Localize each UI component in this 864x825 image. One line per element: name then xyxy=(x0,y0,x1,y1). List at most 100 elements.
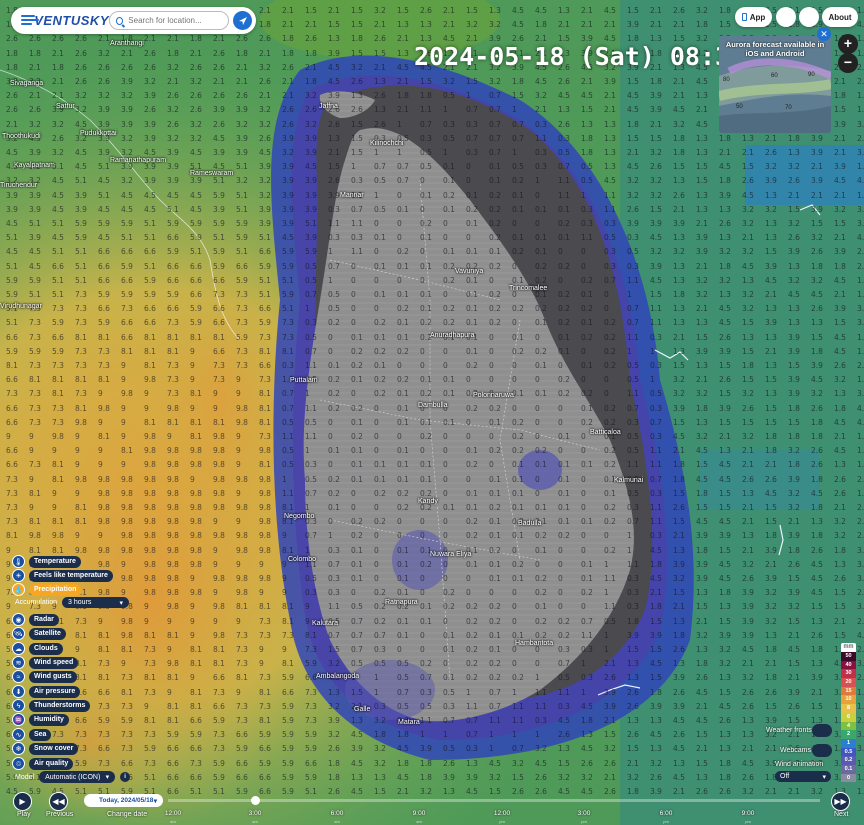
grid-value: 4.5 xyxy=(52,176,64,185)
layer-wind-gusts[interactable]: ≈ Wind gusts xyxy=(12,670,77,683)
date-select[interactable]: Today, 2024/05/18 ▾ xyxy=(84,794,163,807)
zoom-out-button[interactable]: − xyxy=(838,53,858,73)
timeline-tick-label[interactable]: 3:00 xyxy=(240,810,270,817)
place-label[interactable]: Puttalam xyxy=(290,377,318,384)
grid-value: 0.1 xyxy=(535,460,547,469)
app-button[interactable]: App xyxy=(735,7,772,27)
timeline-tick-label[interactable]: 6:00 xyxy=(322,810,352,817)
weather-fronts-toggle[interactable] xyxy=(812,724,832,737)
place-label[interactable]: Vavuniya xyxy=(455,268,483,275)
place-label[interactable]: Ambalangoda xyxy=(316,673,359,680)
layer-radar[interactable]: ◉ Radar xyxy=(12,613,59,626)
grid-value: 9 xyxy=(144,617,149,626)
search-box[interactable] xyxy=(109,11,229,30)
layer-air-pressure[interactable]: ⬇ Air pressure xyxy=(12,685,81,698)
place-label[interactable]: Kandy xyxy=(418,498,438,505)
grid-value: 2.6 xyxy=(765,688,777,697)
layer-air-quality[interactable]: ♲ Air quality xyxy=(12,757,74,770)
layer-snow-cover[interactable]: ❄ Snow cover xyxy=(12,742,79,755)
aurora-forecast-card[interactable]: Aurora forecast available in iOS and And… xyxy=(719,36,831,133)
place-label[interactable]: Pudukkottai xyxy=(80,130,117,137)
place-label[interactable]: Colombo xyxy=(288,556,316,563)
place-label[interactable]: Badulla xyxy=(518,520,541,527)
timeline-tick-label[interactable]: 3:00 xyxy=(569,810,599,817)
grid-value: 9 xyxy=(75,531,80,540)
grid-value: 1.5 xyxy=(328,162,340,171)
grid-value: 0.1 xyxy=(397,475,409,484)
layer-precipitation[interactable]: 💧 Precipitation xyxy=(12,583,82,596)
timeline-tick-label[interactable]: 9:00 xyxy=(404,810,434,817)
model-select[interactable]: Automatic (ICON) ▾ xyxy=(39,771,116,783)
layer-clouds[interactable]: ☁ Clouds xyxy=(12,642,63,655)
grid-value: 0.1 xyxy=(466,191,478,200)
layer-thunderstorms[interactable]: ϟ Thunderstorms xyxy=(12,699,91,712)
place-label[interactable]: Dambulla xyxy=(418,402,448,409)
layer-humidity[interactable]: ♒ Humidity xyxy=(12,713,69,726)
place-label[interactable]: Polonnaruwa xyxy=(473,392,514,399)
search-input[interactable] xyxy=(128,16,222,25)
place-label[interactable]: Kalmunai xyxy=(614,477,643,484)
grid-value: 2.1 xyxy=(857,617,864,626)
grid-value: 0.1 xyxy=(466,247,478,256)
grid-value: 2.1 xyxy=(696,219,708,228)
grid-value: 0.5 xyxy=(397,702,409,711)
webcams-toggle[interactable] xyxy=(812,744,832,757)
place-label[interactable]: Mannar xyxy=(340,192,364,199)
place-label[interactable]: Negombo xyxy=(284,513,314,520)
layer-sea[interactable]: ∿ Sea xyxy=(12,728,52,741)
grid-value: 2.1 xyxy=(834,77,846,86)
accumulation-select[interactable]: 3 hours ▾ xyxy=(62,597,130,608)
grid-value: 0.1 xyxy=(328,503,340,512)
place-label[interactable]: Batticaloa xyxy=(590,429,621,436)
next-button[interactable]: ▶▶ xyxy=(831,792,850,811)
place-label[interactable]: Nuwara Eliya xyxy=(430,551,471,558)
settings-button[interactable] xyxy=(776,7,796,27)
timeline-handle[interactable] xyxy=(251,796,260,805)
grid-value: 6.6 xyxy=(305,759,317,768)
place-label[interactable]: Jaffna xyxy=(319,103,338,110)
timeline-tick-label[interactable]: 9:00 xyxy=(733,810,763,817)
place-label[interactable]: Ramanathapuram xyxy=(110,157,166,164)
place-label[interactable]: Galle xyxy=(354,706,370,713)
info-icon[interactable]: i xyxy=(120,772,131,782)
play-button[interactable]: ▶ xyxy=(13,792,32,811)
place-label[interactable]: Kalutara xyxy=(312,620,338,627)
aurora-close-button[interactable]: ✕ xyxy=(817,27,831,41)
ventusky-logo[interactable]: VENTUSKY xyxy=(21,13,109,28)
place-label[interactable]: Ratnapura xyxy=(385,599,418,606)
grid-value: 3.2 xyxy=(765,205,777,214)
grid-value: 1.5 xyxy=(558,759,570,768)
place-label[interactable]: Kilinochchi xyxy=(370,140,403,147)
previous-button[interactable]: ◀◀ xyxy=(49,792,68,811)
place-label[interactable]: Hambantota xyxy=(515,640,553,647)
about-button[interactable]: About xyxy=(822,7,858,27)
place-label[interactable]: Sivaganga xyxy=(10,80,43,87)
timeline-track[interactable] xyxy=(168,799,820,802)
grid-value: 2.6 xyxy=(52,34,64,43)
place-label[interactable]: Anuradhapura xyxy=(430,332,474,339)
layer-wind-speed[interactable]: ≋ Wind speed xyxy=(12,656,79,669)
timeline-tick-label[interactable]: 12:00 xyxy=(487,810,517,817)
grid-value: 0.5 xyxy=(443,688,455,697)
timeline-tick-label[interactable]: 6:00 xyxy=(651,810,681,817)
grid-value: 0 xyxy=(604,389,609,398)
grid-value: 2.1 xyxy=(673,333,685,342)
place-label[interactable]: Matara xyxy=(398,719,420,726)
layer-feels-like-temperature[interactable]: ☀ Feels like temperature xyxy=(12,569,113,582)
zoom-in-button[interactable]: + xyxy=(838,34,858,54)
wind-animation-select[interactable]: Off ▾ xyxy=(775,771,831,782)
locate-button[interactable] xyxy=(233,11,252,30)
place-label[interactable]: Tiruchendur xyxy=(0,182,37,189)
place-label[interactable]: Sattur xyxy=(56,103,75,110)
place-label[interactable]: Aranthangi xyxy=(110,40,144,47)
place-label[interactable]: Rameswaram xyxy=(190,170,233,177)
place-label[interactable]: Kayalpatnam xyxy=(14,162,55,169)
place-label[interactable]: Trincomalee xyxy=(509,285,547,292)
layer-satellite[interactable]: 🛰 Satellite xyxy=(12,627,66,640)
place-label[interactable]: Thoothukudi xyxy=(2,133,41,140)
user-button[interactable] xyxy=(799,7,819,27)
timeline-tick-label[interactable]: 12:00 xyxy=(158,810,188,817)
grid-value: 3.9 xyxy=(857,120,864,129)
place-label[interactable]: Virudhunagar xyxy=(0,303,42,310)
layer-temperature[interactable]: 🌡 Temperature xyxy=(12,555,81,568)
